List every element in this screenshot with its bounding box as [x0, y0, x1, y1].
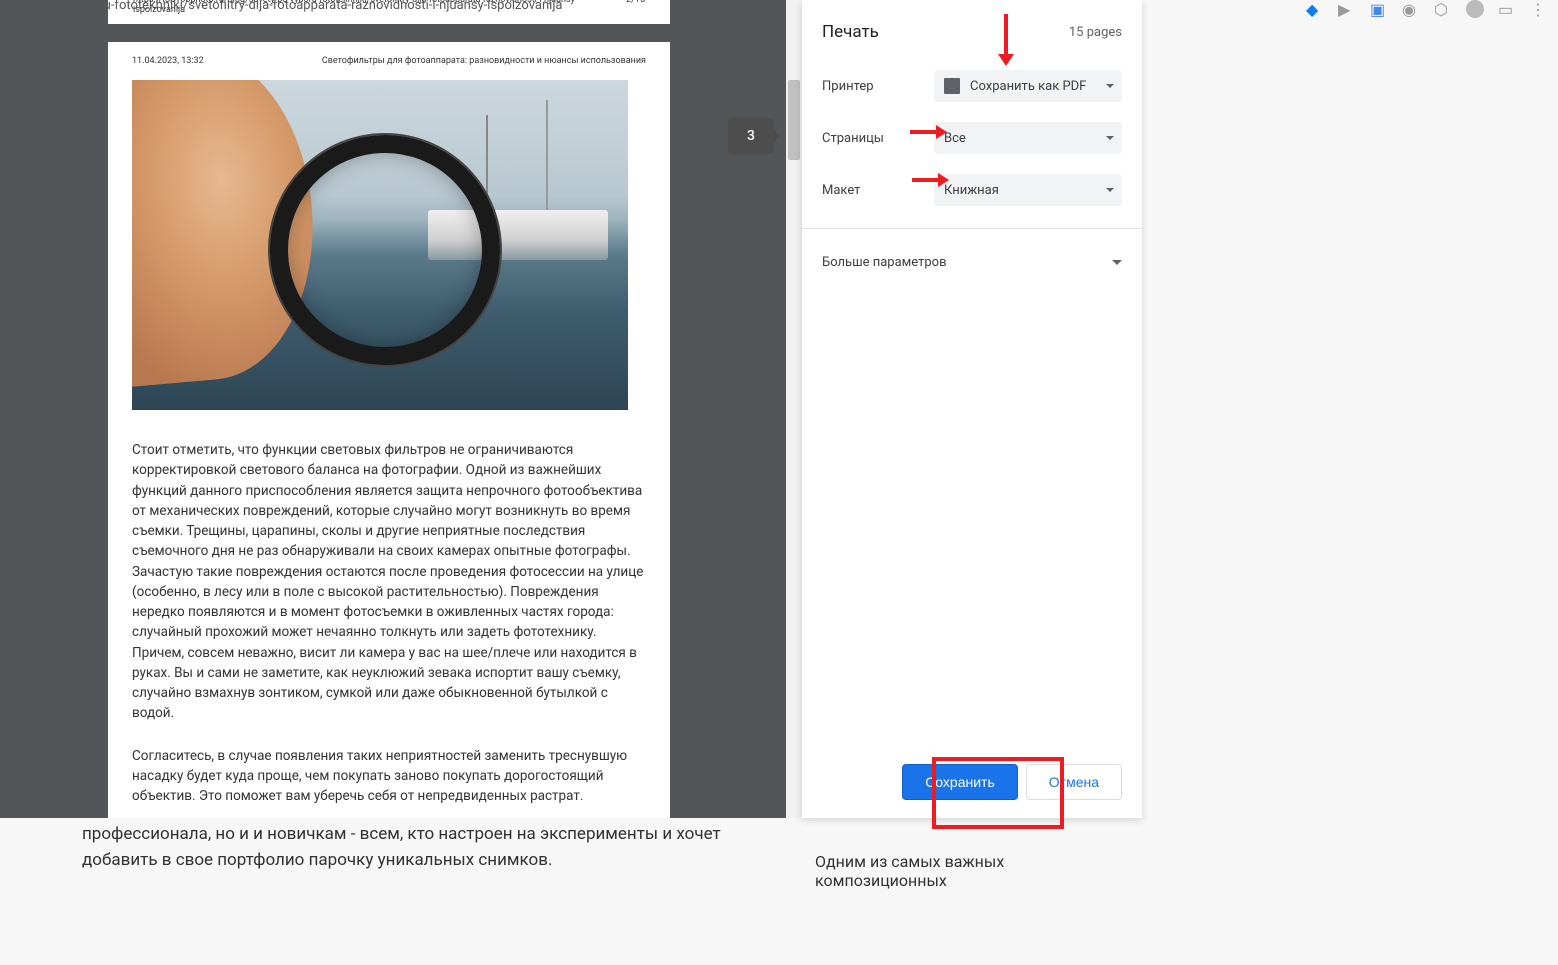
pdf-icon: [944, 78, 960, 94]
page2-indicator: 2/15: [626, 0, 645, 15]
layout-row: Макет Книжная: [802, 164, 1142, 216]
cancel-button[interactable]: Отмена: [1026, 764, 1122, 800]
paragraph-1: Стоит отметить, что функции световых фил…: [132, 440, 646, 724]
chevron-down-icon: [1106, 136, 1114, 140]
page-count-label: 15 pages: [1069, 25, 1122, 40]
article-image: [132, 80, 628, 410]
chevron-down-icon: [1106, 188, 1114, 192]
pages-dropdown[interactable]: Все: [934, 122, 1122, 154]
extension-icon-5[interactable]: ⬡: [1434, 0, 1452, 18]
bg-text-right: Одним из самых важных композиционных: [815, 852, 1115, 890]
printer-value: Сохранить как PDF: [970, 79, 1086, 94]
printer-label: Принтер: [822, 79, 934, 94]
annotation-arrowhead-right-2: [938, 173, 949, 187]
preview-scrollbar-thumb[interactable]: [788, 80, 800, 160]
page3-date: 11.04.2023, 13:32: [132, 56, 204, 66]
chevron-down-icon: [1106, 84, 1114, 88]
printer-dropdown[interactable]: Сохранить как PDF: [934, 70, 1122, 102]
layout-dropdown[interactable]: Книжная: [934, 174, 1122, 206]
more-settings-label: Больше параметров: [822, 255, 947, 270]
chevron-down-icon: [1112, 260, 1122, 265]
annotation-arrow-right-2: [912, 178, 940, 182]
pages-row: Страницы Все: [802, 112, 1142, 164]
menu-icon[interactable]: ⋮: [1530, 0, 1548, 18]
pages-value: Все: [944, 131, 966, 146]
extension-icon-6[interactable]: ▭: [1498, 0, 1516, 18]
extension-icon-1[interactable]: ◆: [1306, 0, 1324, 18]
extension-icon-2[interactable]: ▶: [1338, 0, 1356, 18]
print-preview-area: https://top100photo.ru/blog/sovety-po-vy…: [0, 0, 802, 818]
annotation-arrowhead-down: [998, 54, 1014, 66]
dialog-title: Печать: [822, 22, 879, 42]
settings-divider: [802, 228, 1142, 229]
partial-url: g/sovety-po-vyboru-fototekhniki/svetofil…: [0, 0, 563, 13]
annotation-arrow-right-1: [910, 130, 938, 134]
preview-page-3: 11.04.2023, 13:32 Светофильтры для фотоа…: [108, 42, 670, 818]
save-button[interactable]: Сохранить: [902, 764, 1018, 800]
annotation-arrow-down: [1004, 14, 1008, 56]
article-body: Стоит отметить, что функции световых фил…: [132, 440, 646, 806]
paragraph-2: Согласитесь, в случае появления таких не…: [132, 746, 646, 807]
dialog-footer: Сохранить Отмена: [802, 746, 1142, 818]
layout-label: Макет: [822, 183, 934, 198]
layout-value: Книжная: [944, 183, 999, 198]
preview-scrollbar-track[interactable]: [786, 0, 802, 818]
extension-icon-4[interactable]: ◉: [1402, 0, 1420, 18]
page3-title: Светофильтры для фотоаппарата: разновидн…: [322, 56, 646, 66]
bg-text-left: профессионала, но и и новичкам - всем, к…: [82, 822, 732, 873]
printer-row: Принтер Сохранить как PDF: [802, 60, 1142, 112]
more-settings-toggle[interactable]: Больше параметров: [802, 241, 1142, 284]
browser-toolbar-icons: ◆ ▶ ▣ ◉ ⬡ ▭ ⋮: [1306, 0, 1548, 18]
dialog-header: Печать 15 pages: [802, 0, 1142, 60]
current-page-badge: 3: [728, 118, 774, 154]
profile-avatar-icon[interactable]: [1466, 0, 1484, 18]
annotation-arrowhead-right-1: [936, 125, 947, 139]
extension-icon-3[interactable]: ▣: [1370, 0, 1388, 18]
print-dialog-panel: Печать 15 pages Принтер Сохранить как PD…: [802, 0, 1142, 818]
